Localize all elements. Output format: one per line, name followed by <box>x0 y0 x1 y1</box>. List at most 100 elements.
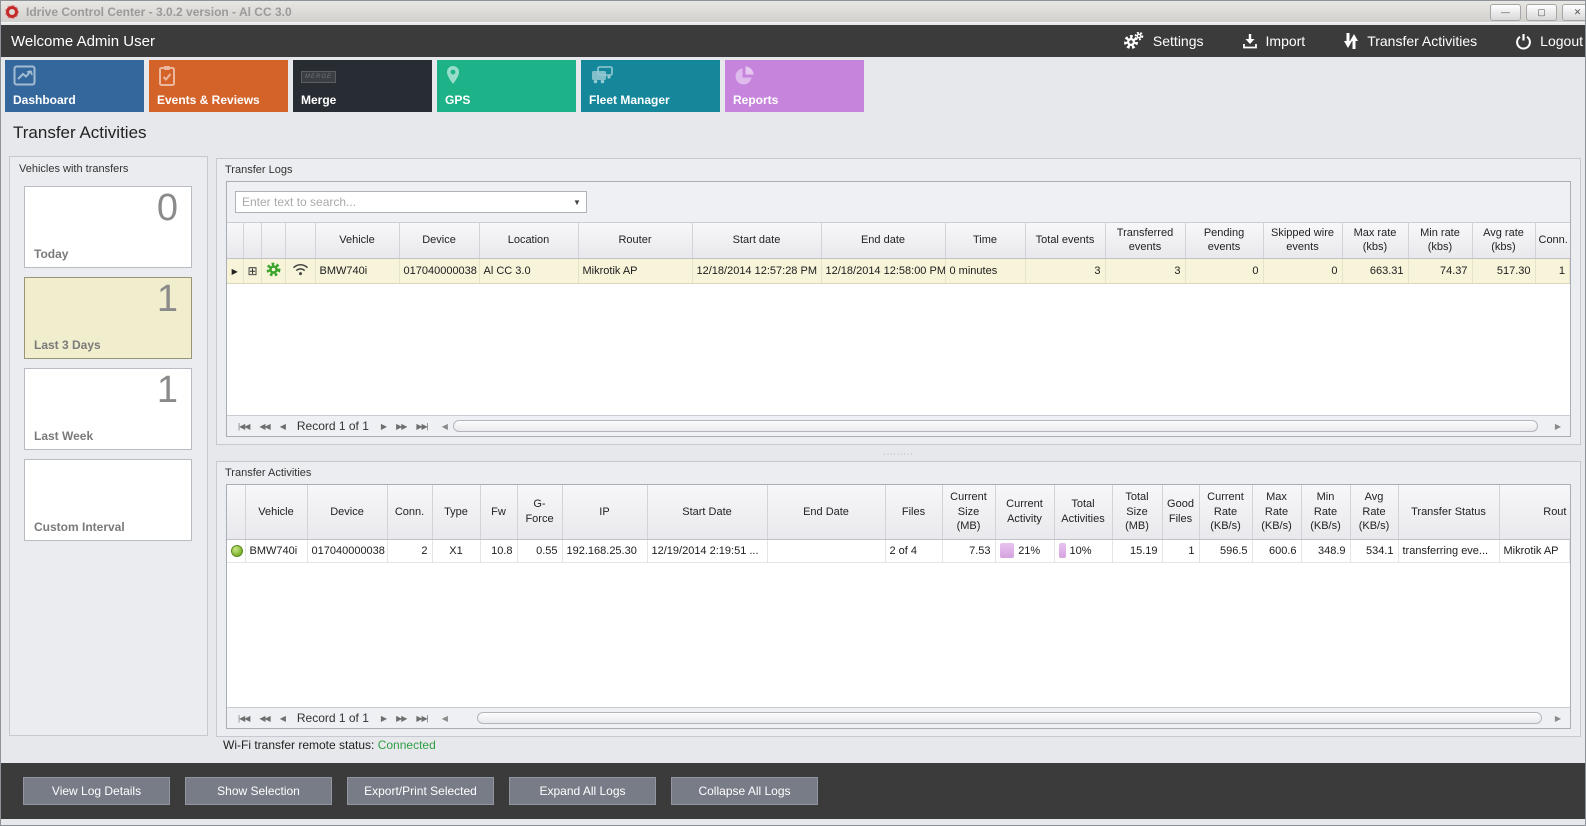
act-col-end-date[interactable]: End Date <box>767 485 885 539</box>
log-col-router[interactable]: Router <box>578 223 692 258</box>
splitter-grip-icon: ········· <box>884 453 914 456</box>
act-col-device[interactable]: Device <box>307 485 387 539</box>
acts-record-status: Record 1 of 1 <box>297 711 369 725</box>
nav-next-page-icon[interactable]: ▶▶ <box>396 422 406 431</box>
tile-events-reviews[interactable]: Events & Reviews <box>149 60 288 112</box>
log-col-avg-rate[interactable]: Avg rate (kbs) <box>1472 223 1535 258</box>
tile-dashboard[interactable]: Dashboard <box>5 60 144 112</box>
log-col-skipped-wire-events[interactable]: Skipped wire events <box>1263 223 1342 258</box>
act-col-current-rate[interactable]: Current Rate (KB/s) <box>1199 485 1252 539</box>
act-col-max-rate[interactable]: Max Rate (KB/s) <box>1252 485 1301 539</box>
import-button[interactable]: Import <box>1242 33 1306 49</box>
nav-prev-icon[interactable]: ◀ <box>280 714 285 723</box>
log-col-conn[interactable]: Conn. <box>1535 223 1570 258</box>
scroll-right-icon[interactable]: ▶ <box>1555 714 1561 723</box>
map-pin-icon <box>445 65 461 92</box>
acts-horizontal-scrollbar[interactable]: ◀ ▶ <box>439 712 1564 724</box>
transfer-log-row[interactable]: ▶ ⊞ BMW74 <box>227 258 1570 283</box>
export-print-selected-button[interactable]: Export/Print Selected <box>347 777 494 805</box>
log-col-pending-events[interactable]: Pending events <box>1185 223 1263 258</box>
collapse-all-logs-button[interactable]: Collapse All Logs <box>671 777 818 805</box>
log-col-time[interactable]: Time <box>945 223 1025 258</box>
maximize-button[interactable]: ▢ <box>1526 4 1557 21</box>
acts-scrollbar-thumb[interactable] <box>477 712 1542 724</box>
logs-horizontal-scrollbar[interactable]: ◀ ▶ <box>439 420 1564 432</box>
act-col-ip[interactable]: IP <box>562 485 647 539</box>
settings-button[interactable]: Settings <box>1123 32 1204 50</box>
search-input[interactable] <box>236 195 568 209</box>
log-col-min-rate[interactable]: Min rate (kbs) <box>1408 223 1472 258</box>
nav-next-icon[interactable]: ▶ <box>381 422 386 431</box>
pie-chart-icon <box>733 65 755 92</box>
nav-last-icon[interactable]: ▶▶| <box>416 714 427 723</box>
wifi-status-label: Wi-Fi transfer remote status: <box>223 738 374 752</box>
act-col-router[interactable]: Rout <box>1499 485 1570 539</box>
minimize-button[interactable]: — <box>1490 4 1521 21</box>
card-last-3-days[interactable]: 1 Last 3 Days <box>24 277 192 359</box>
log-cell-device: 017040000038 <box>399 258 479 283</box>
act-col-total-activities[interactable]: Total Activities <box>1054 485 1112 539</box>
import-icon <box>1242 33 1258 49</box>
log-col-end-date[interactable]: End date <box>821 223 945 258</box>
view-log-details-button[interactable]: View Log Details <box>23 777 170 805</box>
tile-fleet-manager[interactable]: Fleet Manager <box>581 60 720 112</box>
act-col-min-rate[interactable]: Min Rate (KB/s) <box>1301 485 1350 539</box>
combo-dropdown-icon[interactable]: ▼ <box>568 198 586 207</box>
tile-fleet-manager-label: Fleet Manager <box>589 93 670 107</box>
tile-merge[interactable]: MERGE Merge <box>293 60 432 112</box>
card-today[interactable]: 0 Today <box>24 186 192 268</box>
log-col-location[interactable]: Location <box>479 223 578 258</box>
last-week-label: Last Week <box>34 429 93 443</box>
settings-label: Settings <box>1153 33 1204 49</box>
act-col-files[interactable]: Files <box>885 485 942 539</box>
act-cell-total-size: 15.19 <box>1112 539 1162 562</box>
log-col-vehicle[interactable]: Vehicle <box>315 223 399 258</box>
tile-reports-label: Reports <box>733 93 778 107</box>
nav-prev-page-icon[interactable]: ◀◀ <box>259 714 269 723</box>
panel-splitter[interactable]: ········· <box>216 450 1581 458</box>
nav-last-icon[interactable]: ▶▶| <box>416 422 427 431</box>
act-col-fw[interactable]: Fw <box>480 485 517 539</box>
title-bar[interactable]: Idrive Control Center - 3.0.2 version - … <box>1 1 1585 23</box>
act-col-total-size[interactable]: Total Size (MB) <box>1112 485 1162 539</box>
search-combo[interactable]: ▼ <box>235 191 587 213</box>
scroll-right-icon[interactable]: ▶ <box>1555 422 1561 431</box>
log-cell-transferred-events: 3 <box>1105 258 1185 283</box>
tile-reports[interactable]: Reports <box>725 60 864 112</box>
act-col-type[interactable]: Type <box>432 485 480 539</box>
logout-button[interactable]: Logout <box>1515 33 1583 50</box>
expand-row-icon[interactable]: ⊞ <box>248 264 258 278</box>
act-col-transfer-status[interactable]: Transfer Status <box>1398 485 1499 539</box>
close-button[interactable]: ✕ <box>1562 4 1586 21</box>
nav-first-icon[interactable]: |◀◀ <box>238 422 249 431</box>
nav-prev-icon[interactable]: ◀ <box>280 422 285 431</box>
act-col-current-activity[interactable]: Current Activity <box>995 485 1054 539</box>
act-col-gforce[interactable]: G-Force <box>517 485 562 539</box>
log-col-total-events[interactable]: Total events <box>1025 223 1105 258</box>
act-col-avg-rate[interactable]: Avg Rate (KB/s) <box>1350 485 1398 539</box>
log-col-device[interactable]: Device <box>399 223 479 258</box>
scroll-left-icon[interactable]: ◀ <box>442 714 448 723</box>
card-last-week[interactable]: 1 Last Week <box>24 368 192 450</box>
expand-all-logs-button[interactable]: Expand All Logs <box>509 777 656 805</box>
log-col-transferred-events[interactable]: Transferred events <box>1105 223 1185 258</box>
nav-first-icon[interactable]: |◀◀ <box>238 714 249 723</box>
logs-scrollbar-thumb[interactable] <box>453 420 1538 432</box>
card-custom-interval[interactable]: Custom Interval <box>24 459 192 541</box>
scroll-left-icon[interactable]: ◀ <box>442 422 448 431</box>
show-selection-button[interactable]: Show Selection <box>185 777 332 805</box>
transfer-activity-row[interactable]: BMW740i 017040000038 2 X1 10.8 0.55 192.… <box>227 539 1570 562</box>
tile-gps[interactable]: GPS <box>437 60 576 112</box>
nav-next-page-icon[interactable]: ▶▶ <box>396 714 406 723</box>
nav-prev-page-icon[interactable]: ◀◀ <box>259 422 269 431</box>
log-col-max-rate[interactable]: Max rate (kbs) <box>1342 223 1408 258</box>
act-col-start-date[interactable]: Start Date <box>647 485 767 539</box>
act-col-good-files[interactable]: Good Files <box>1162 485 1199 539</box>
act-col-vehicle[interactable]: Vehicle <box>245 485 307 539</box>
nav-next-icon[interactable]: ▶ <box>381 714 386 723</box>
act-cell-max-rate: 600.6 <box>1252 539 1301 562</box>
log-col-start-date[interactable]: Start date <box>692 223 821 258</box>
act-col-conn[interactable]: Conn. <box>387 485 432 539</box>
transfer-activities-button[interactable]: Transfer Activities <box>1343 32 1477 50</box>
act-col-current-size[interactable]: Current Size (MB) <box>942 485 995 539</box>
